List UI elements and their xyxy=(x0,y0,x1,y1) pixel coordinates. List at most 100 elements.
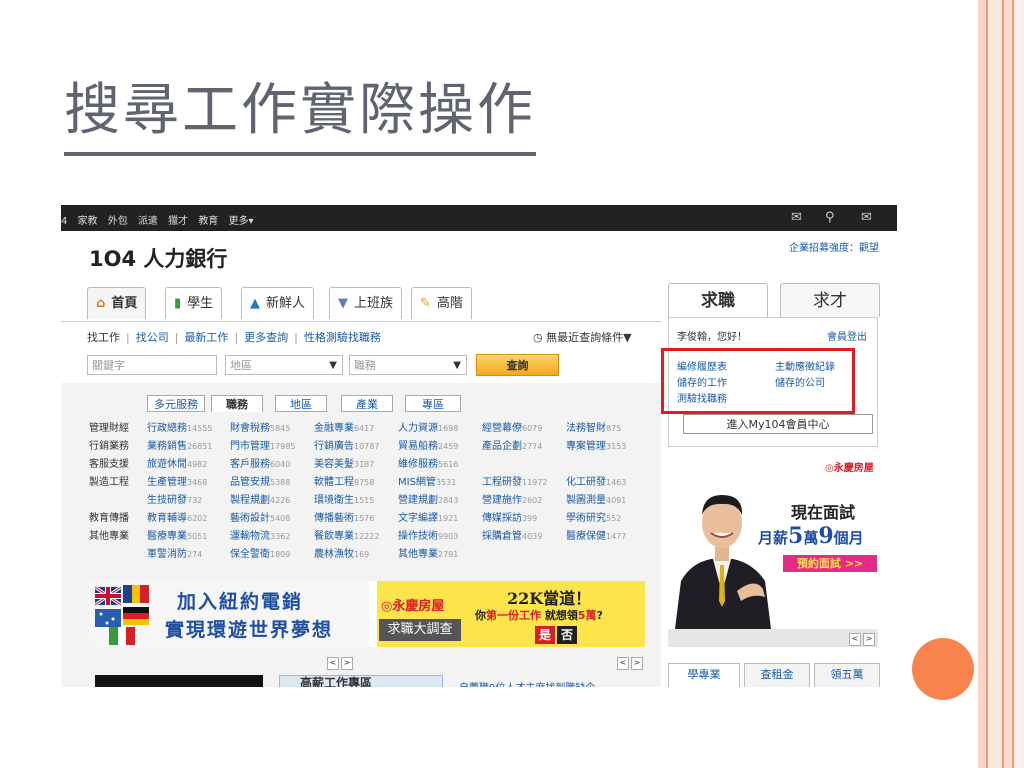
job-category-link[interactable]: 保全警衛1809 xyxy=(230,545,290,560)
user-search-icon[interactable]: ⚲ xyxy=(825,210,835,225)
job-category-link[interactable]: 傳播藝術1576 xyxy=(314,509,374,524)
topbar-link[interactable]: 4 xyxy=(61,216,67,227)
video-thumbnail[interactable] xyxy=(95,675,263,687)
tab-student[interactable]: ▮ 學生 xyxy=(165,287,223,319)
job-category-link[interactable]: 藝術設計5408 xyxy=(230,509,290,524)
tab-get-50k[interactable]: 領五萬 xyxy=(814,663,880,687)
tab-special-zone[interactable]: 專區 xyxy=(405,395,461,412)
subnav-more-search[interactable]: 更多查詢 xyxy=(244,331,288,344)
next-button[interactable]: > xyxy=(863,633,875,646)
job-category-link[interactable]: 門市管理17985 xyxy=(230,437,295,452)
subnav-personality-test[interactable]: 性格測驗找職務 xyxy=(304,331,381,344)
subnav-latest-jobs[interactable]: 最新工作 xyxy=(184,331,228,344)
tab-region[interactable]: 地區 xyxy=(275,395,327,412)
search-button[interactable]: 查詢 xyxy=(476,354,559,376)
job-category-select[interactable]: 職務 ▼ xyxy=(349,355,467,375)
job-category-link[interactable]: 文字編譯1921 xyxy=(398,509,458,524)
tab-job-seeker[interactable]: 求職 xyxy=(668,283,768,317)
job-category-link[interactable]: 維修服務5616 xyxy=(398,455,458,470)
high-salary-zone-header[interactable]: 高薪工作專區 xyxy=(279,675,443,687)
chevron-down-icon: ▼ xyxy=(329,360,337,371)
job-category-link[interactable]: 操作技術9903 xyxy=(398,527,458,542)
job-category-link[interactable]: 軍警消防274 xyxy=(147,545,202,560)
keyword-input[interactable]: 關鍵字 xyxy=(87,355,217,375)
book-interview-button[interactable]: 預約面試 >> xyxy=(783,555,877,572)
yes-button[interactable]: 是 xyxy=(535,626,555,644)
tab-diverse-services[interactable]: 多元服務 xyxy=(147,395,205,412)
topbar-link[interactable]: 教育 xyxy=(198,216,218,227)
job-category-link[interactable]: 軟體工程8758 xyxy=(314,473,374,488)
job-category-link[interactable]: 醫療專業5051 xyxy=(147,527,207,542)
topbar-link[interactable]: 外包 xyxy=(108,216,128,227)
my104-member-center-button[interactable]: 進入My104會員中心 xyxy=(683,414,873,434)
job-category-link[interactable]: 運輸物流3362 xyxy=(230,527,290,542)
prev-button[interactable]: < xyxy=(849,633,861,646)
ad-yungching-survey[interactable]: ◎永慶房屋 求職大調查 22K當道！ 你第一份工作 就想領5萬? 是 否 xyxy=(377,581,645,647)
next-button[interactable]: > xyxy=(341,657,353,670)
tab-office-worker[interactable]: ▼ 上班族 xyxy=(329,287,403,319)
job-category-link[interactable]: 品管安規5388 xyxy=(230,473,290,488)
prev-button[interactable]: < xyxy=(617,657,629,670)
subnav-find-job[interactable]: 找工作 xyxy=(87,331,120,344)
tab-executive[interactable]: ✎ 高階 xyxy=(411,287,472,319)
tab-jobs[interactable]: 職務 xyxy=(211,395,263,412)
no-button[interactable]: 否 xyxy=(557,626,577,644)
subnav-find-company[interactable]: 找公司 xyxy=(136,331,169,344)
job-category-link[interactable]: 生產管理3468 xyxy=(147,473,207,488)
job-category-link[interactable]: 其他專業2791 xyxy=(398,545,458,560)
topbar-link[interactable]: 獵才 xyxy=(168,216,188,227)
site-header: 1O4 人力銀行 企業招募強度：觀望 xyxy=(61,231,897,279)
tab-employer[interactable]: 求才 xyxy=(780,283,880,317)
job-category-link[interactable]: 環境衛生1515 xyxy=(314,491,374,506)
job-category-link[interactable]: 教育輔導6202 xyxy=(147,509,207,524)
topbar-link[interactable]: 派遣 xyxy=(138,216,158,227)
job-category-link[interactable]: 行銷廣告10787 xyxy=(314,437,379,452)
job-category-link[interactable]: 美容美髮3187 xyxy=(314,455,374,470)
job-category-link[interactable]: MIS網管3531 xyxy=(398,473,456,488)
job-category-link[interactable]: 生技研發732 xyxy=(147,491,202,506)
job-category-link[interactable]: 餐飲專業12222 xyxy=(314,527,379,542)
bottom-link[interactable]: 自薦職9位人才主席找到職缺企 xyxy=(459,679,595,687)
area-select[interactable]: 地區 ▼ xyxy=(225,355,343,375)
job-category-link[interactable]: 專案管理3153 xyxy=(566,437,626,452)
topbar-link[interactable]: 家教 xyxy=(78,216,98,227)
tab-industry[interactable]: 產業 xyxy=(341,395,393,412)
job-category-link[interactable]: 貿易船務2459 xyxy=(398,437,458,452)
job-category-link[interactable]: 農林漁牧169 xyxy=(314,545,369,560)
job-category-link[interactable]: 行政總務14555 xyxy=(147,419,212,434)
job-category-link[interactable]: 營建施作2602 xyxy=(482,491,542,506)
job-category-link[interactable]: 製圖測量4091 xyxy=(566,491,626,506)
job-category-link[interactable]: 醫療保健1477 xyxy=(566,527,626,542)
tab-learn-skill[interactable]: 學專業 xyxy=(668,663,740,687)
ad-question: 你第一份工作 就想領5萬? xyxy=(475,609,603,622)
mail-icon[interactable]: ✉ xyxy=(861,210,872,225)
job-category-link[interactable]: 人力資源1698 xyxy=(398,419,458,434)
recent-search-dropdown[interactable]: ◷ 無最近查詢條件▼ xyxy=(533,329,632,345)
job-category-link[interactable]: 財會稅務5845 xyxy=(230,419,290,434)
tab-check-rent[interactable]: 查租金 xyxy=(744,663,810,687)
job-category-link[interactable]: 採購倉管4039 xyxy=(482,527,542,542)
job-category-link[interactable]: 客戶服務6040 xyxy=(230,455,290,470)
job-category-link[interactable]: 金融專業6417 xyxy=(314,419,374,434)
ad-new-york-telemarketing[interactable]: 加入紐約電銷 實現環遊世界夢想 xyxy=(89,581,369,647)
job-category-link[interactable]: 製程規劃4226 xyxy=(230,491,290,506)
job-category-link[interactable]: 產品企劃2774 xyxy=(482,437,542,452)
job-category-link[interactable]: 旅遊休閒4982 xyxy=(147,455,207,470)
next-button[interactable]: > xyxy=(631,657,643,670)
tab-home[interactable]: ⌂ 首頁 xyxy=(87,287,147,319)
job-category-link[interactable]: 學術研究552 xyxy=(566,509,621,524)
site-logo[interactable]: 1O4 人力銀行 xyxy=(89,243,227,273)
job-category-link[interactable]: 經營幕僚6079 xyxy=(482,419,542,434)
chat-icon[interactable]: ✉ xyxy=(791,210,802,225)
corp-recruit-index-link[interactable]: 企業招募強度：觀望 xyxy=(789,239,879,254)
tab-new-graduate[interactable]: ▲ 新鮮人 xyxy=(241,287,315,319)
job-category-link[interactable]: 營建規劃2843 xyxy=(398,491,458,506)
topbar-more-link[interactable]: 更多▾ xyxy=(229,216,254,227)
job-category-link[interactable]: 工程研發11972 xyxy=(482,473,547,488)
logout-link[interactable]: 會員登出 xyxy=(827,328,867,343)
job-category-link[interactable]: 法務智財875 xyxy=(566,419,621,434)
job-category-link[interactable]: 傳媒採訪399 xyxy=(482,509,537,524)
prev-button[interactable]: < xyxy=(327,657,339,670)
job-category-link[interactable]: 業務銷售26851 xyxy=(147,437,212,452)
job-category-link[interactable]: 化工研發1463 xyxy=(566,473,626,488)
